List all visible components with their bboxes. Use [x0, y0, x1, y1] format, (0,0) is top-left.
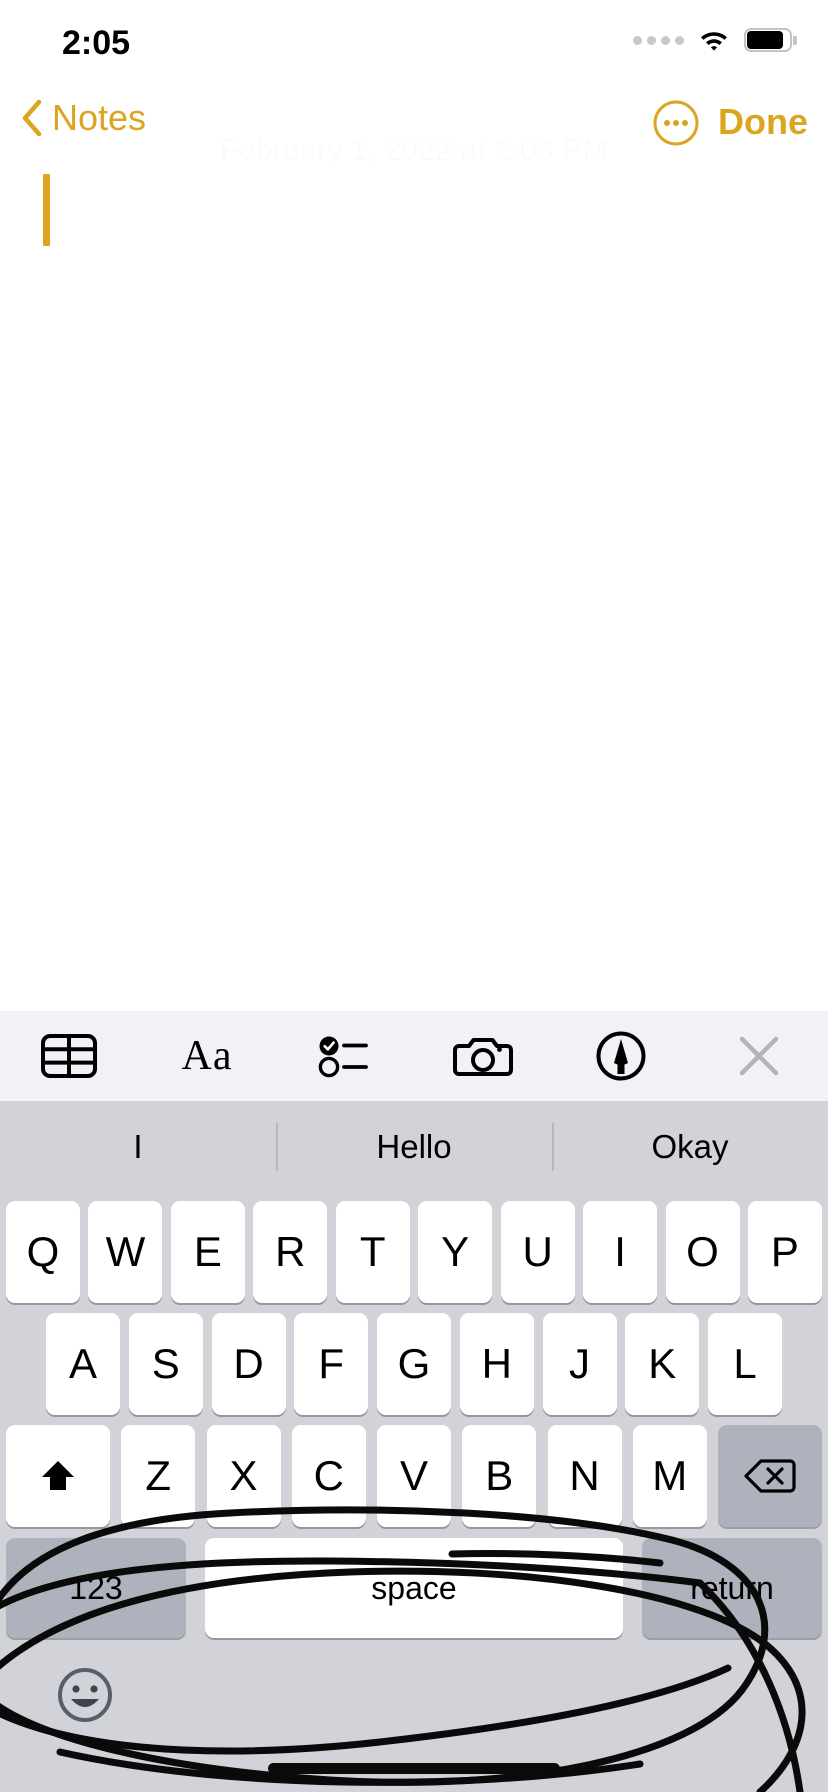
home-indicator — [268, 1763, 560, 1774]
text-cursor — [43, 174, 50, 246]
cellular-dots-icon — [633, 35, 684, 45]
keyboard-bottom-bar — [0, 1649, 828, 1792]
prediction-2[interactable]: Okay — [552, 1101, 828, 1193]
key-y[interactable]: Y — [418, 1201, 493, 1303]
key-r[interactable]: R — [253, 1201, 328, 1303]
battery-icon — [744, 28, 797, 52]
space-key[interactable]: space — [205, 1538, 623, 1638]
key-i[interactable]: I — [583, 1201, 658, 1303]
key-z[interactable]: Z — [121, 1425, 196, 1527]
shift-key[interactable] — [6, 1425, 110, 1527]
key-l[interactable]: L — [708, 1313, 782, 1415]
key-e[interactable]: E — [170, 1201, 245, 1303]
numbers-key[interactable]: 123 — [6, 1538, 186, 1638]
key-s[interactable]: S — [128, 1313, 203, 1415]
notes-format-toolbar: Aa — [0, 1011, 828, 1101]
key-b[interactable]: B — [462, 1425, 537, 1527]
software-keyboard: I Hello Okay Q W E R T Y U I O P A S D F… — [0, 1101, 828, 1792]
note-date-label: February 1, 2022 at 2:03 PM — [220, 134, 608, 167]
notes-app-screen: 2:05 Notes Done February 1, 2022 at 2:03… — [0, 0, 828, 1792]
note-editor[interactable]: February 1, 2022 at 2:03 PM — [0, 134, 828, 884]
wifi-icon — [698, 28, 730, 52]
emoji-key[interactable] — [55, 1665, 115, 1725]
note-text-input[interactable] — [0, 164, 828, 884]
key-h[interactable]: H — [459, 1313, 534, 1415]
keyboard-row-3: Z X C V B N M — [0, 1425, 828, 1527]
keyboard-row-4: 123 space return — [0, 1537, 828, 1639]
table-icon — [41, 1034, 97, 1078]
format-icon: Aa — [181, 1033, 233, 1079]
key-f[interactable]: F — [294, 1313, 369, 1415]
status-bar-indicators — [633, 28, 797, 52]
close-icon — [739, 1036, 779, 1076]
table-button[interactable] — [0, 1011, 138, 1101]
camera-icon — [453, 1038, 513, 1076]
back-button-label: Notes — [52, 97, 147, 138]
checklist-icon — [318, 1036, 368, 1078]
status-bar-time: 2:05 — [62, 24, 131, 62]
prediction-1[interactable]: Hello — [276, 1101, 552, 1193]
status-bar: 2:05 — [0, 0, 828, 92]
key-u[interactable]: U — [500, 1201, 575, 1303]
key-m[interactable]: M — [632, 1425, 707, 1527]
checklist-button[interactable] — [276, 1011, 414, 1101]
key-x[interactable]: X — [206, 1425, 281, 1527]
key-q[interactable]: Q — [6, 1201, 80, 1303]
key-g[interactable]: G — [377, 1313, 451, 1415]
shift-icon — [42, 1461, 74, 1490]
key-o[interactable]: O — [665, 1201, 740, 1303]
key-v[interactable]: V — [377, 1425, 451, 1527]
text-format-button[interactable]: Aa — [138, 1011, 276, 1101]
key-j[interactable]: J — [542, 1313, 617, 1415]
backspace-key[interactable] — [718, 1425, 822, 1527]
key-k[interactable]: K — [625, 1313, 700, 1415]
prediction-0[interactable]: I — [0, 1101, 276, 1193]
markup-icon — [596, 1031, 646, 1081]
markup-button[interactable] — [552, 1011, 690, 1101]
emoji-smiley-icon — [58, 1668, 112, 1722]
key-n[interactable]: N — [547, 1425, 622, 1527]
dismiss-keyboard-button[interactable] — [690, 1011, 828, 1101]
keyboard-row-1: Q W E R T Y U I O P — [0, 1201, 828, 1303]
key-t[interactable]: T — [335, 1201, 410, 1303]
back-to-notes-button[interactable]: Notes — [20, 98, 146, 138]
key-c[interactable]: C — [291, 1425, 366, 1527]
key-p[interactable]: P — [747, 1201, 822, 1303]
key-d[interactable]: D — [211, 1313, 286, 1415]
chevron-left-icon — [22, 99, 42, 137]
return-key[interactable]: return — [642, 1538, 822, 1638]
camera-button[interactable] — [414, 1011, 552, 1101]
predictive-text-bar: I Hello Okay — [0, 1101, 828, 1193]
keyboard-row-2: A S D F G H J K L — [0, 1313, 828, 1415]
key-a[interactable]: A — [46, 1313, 120, 1415]
key-w[interactable]: W — [88, 1201, 163, 1303]
backspace-icon — [744, 1459, 796, 1493]
